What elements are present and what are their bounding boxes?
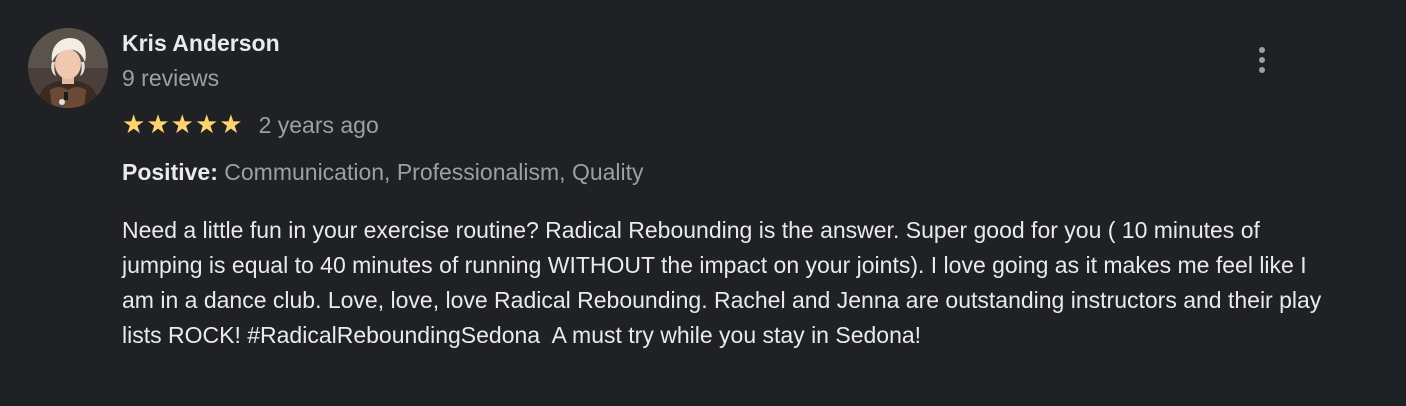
star-icon: ★ — [122, 110, 146, 140]
attributes-label: Positive: — [122, 159, 218, 185]
star-rating: ★ ★ ★ ★ ★ — [122, 110, 243, 140]
star-icon: ★ — [194, 110, 219, 140]
more-vert-icon — [1259, 47, 1265, 53]
reviewer-review-count[interactable]: 9 reviews — [122, 64, 219, 92]
reviewer-name[interactable]: Kris Anderson — [122, 29, 280, 57]
avatar-image — [28, 28, 108, 108]
attributes-values: Communication, Professionalism, Quality — [224, 159, 644, 185]
star-icon: ★ — [170, 110, 194, 140]
review-card: Kris Anderson 9 reviews ★ ★ ★ ★ ★ 2 years ag… — [0, 0, 1406, 406]
avatar[interactable] — [28, 28, 108, 108]
review-time: 2 years ago — [258, 112, 379, 138]
rating-row: ★ ★ ★ ★ ★ 2 years ago — [122, 108, 379, 142]
more-vert-icon-dot — [1259, 57, 1265, 63]
star-icon: ★ — [146, 110, 170, 140]
more-options-button[interactable] — [1244, 40, 1280, 80]
star-icon: ★ — [219, 110, 243, 140]
review-text: Need a little fun in your exercise routi… — [122, 217, 1328, 348]
more-vert-icon-dot — [1259, 67, 1265, 73]
review-attributes: Positive: Communication, Professionalism… — [122, 157, 644, 187]
